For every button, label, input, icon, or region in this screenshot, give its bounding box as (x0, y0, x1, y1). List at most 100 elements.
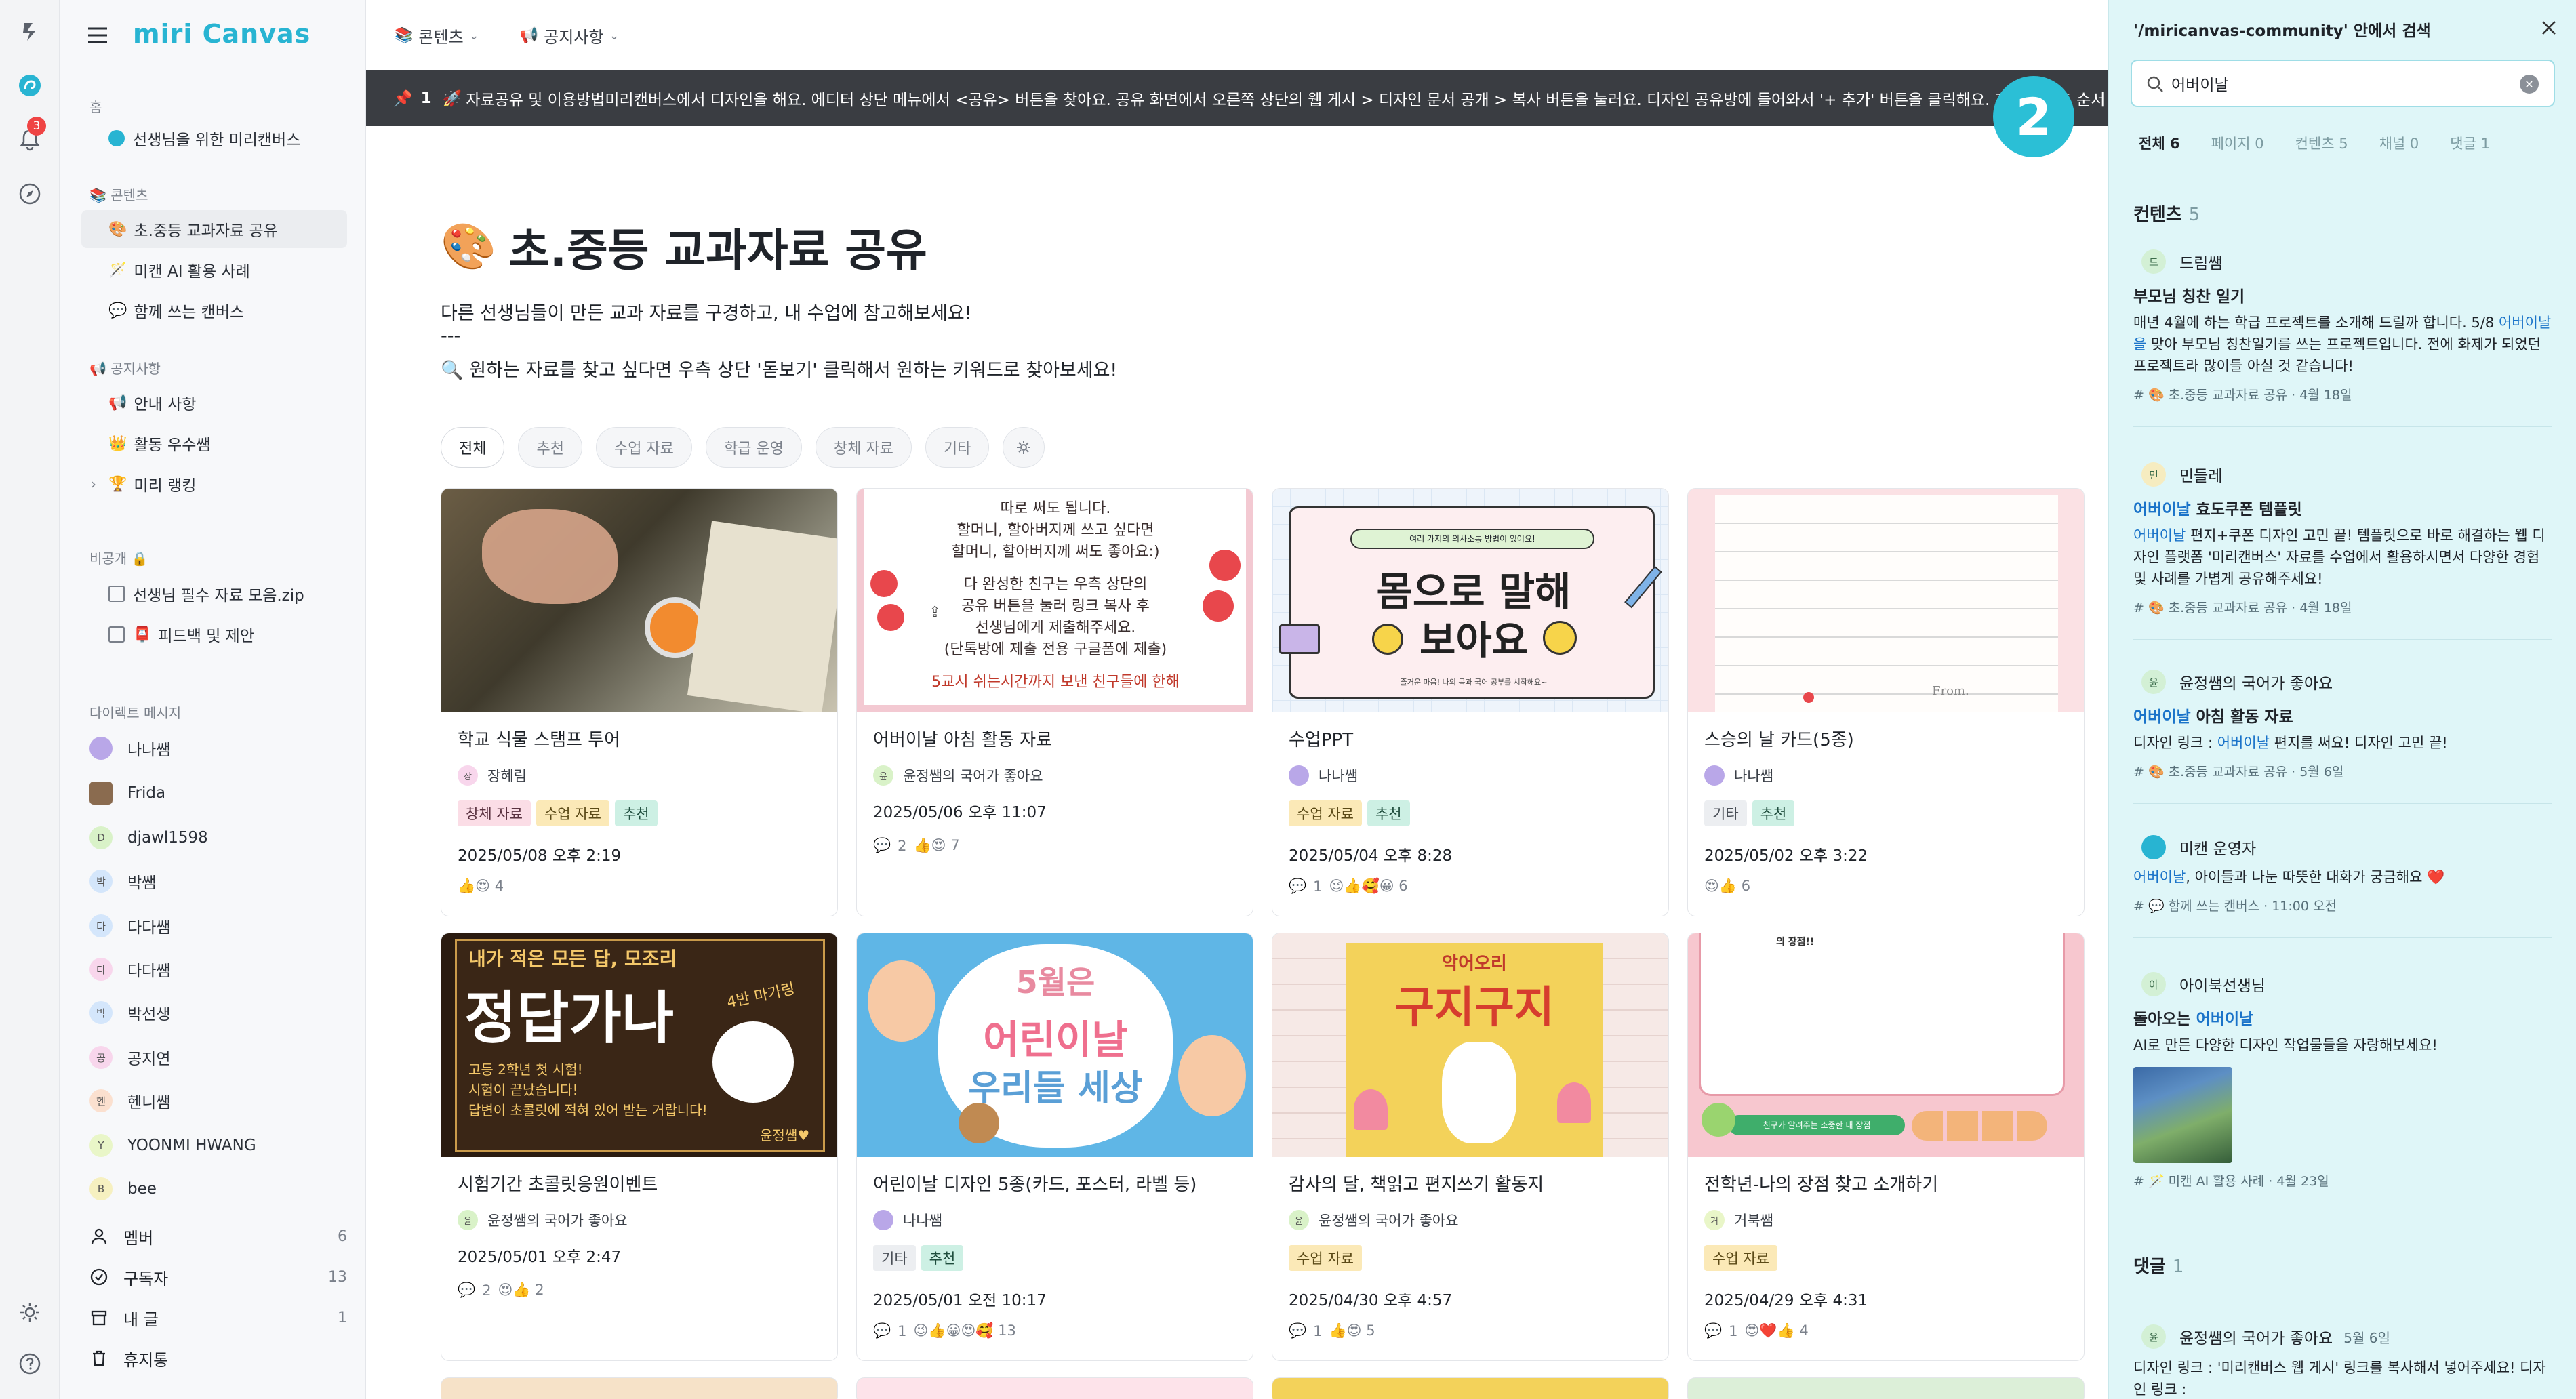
content-card[interactable]: 여러 가지의 의사소통 방법이 있어요! 몸으로 말해 보아요 즐거운 마음! … (1272, 488, 1669, 916)
sidebar-item-ai-cases[interactable]: 🪄 미캔 AI 활용 사례 (81, 251, 347, 289)
dm-name: 헨니쌤 (127, 1094, 171, 1112)
sidebar-item-guide[interactable]: 📢 안내 사항 (81, 384, 347, 422)
content-card[interactable]: 내가 적은 모든 답, 모조리 정답가나 4반 마가링 고등 2학년 첫 시험!… (441, 933, 838, 1361)
card-reactions[interactable]: 💬 2 😍👍 2 (458, 1282, 544, 1299)
dm-item[interactable]: 박 박쌤 (89, 864, 156, 899)
sidebar-item-ranking[interactable]: › 🏆 미리 랭킹 (81, 465, 347, 503)
notice-dropdown[interactable]: 📢 공지사항 ⌄ (520, 24, 620, 47)
card-tags: 수업 자료 (1289, 1245, 1362, 1271)
chevron-right-icon[interactable]: › (91, 476, 96, 492)
content-card[interactable]: 5월은 어린이날 우리들 세상 어린이날 디자인 5종(카드, 포스터, 라벨 … (856, 933, 1253, 1361)
content-card[interactable]: From. 스승의 날 카드(5종) 나나쌤 기타 추천 2025/05/02 … (1687, 488, 2085, 916)
content-card[interactable]: 악어오리 구지구지 감사의 달, 책읽고 편지쓰기 활동지 윤 윤정쌤의 국어가 … (1272, 933, 1669, 1361)
reactions: 👍😍 4 (458, 878, 504, 894)
card-reactions[interactable]: 😍👍 6 (1704, 878, 1750, 895)
clear-search-icon[interactable]: ✕ (2520, 75, 2539, 94)
content-card[interactable] (856, 1377, 1253, 1399)
result-author: 민 민들레 (2133, 460, 2552, 489)
dm-item[interactable]: 헨 헨니쌤 (89, 1083, 170, 1118)
result-author: 윤 윤정쌤의 국어가 좋아요 (2133, 667, 2552, 697)
dm-item[interactable]: 공 공지연 (89, 1040, 170, 1075)
filter-recommended[interactable]: 추천 (518, 427, 582, 468)
dm-item[interactable]: Y YOONMI HWANG (89, 1128, 256, 1163)
content-card[interactable] (441, 1377, 838, 1399)
dm-item[interactable]: 박 박선생 (89, 995, 170, 1030)
sidebar-item-top-teachers[interactable]: 👑 활동 우수쌤 (81, 424, 347, 462)
author-name: 장혜림 (487, 768, 527, 784)
card-reactions[interactable]: 💬 1 😍❤️👍 4 (1704, 1322, 1809, 1339)
author-name: 나나쌤 (1319, 768, 1358, 784)
sidebar-item-home[interactable]: 선생님을 위한 미리캔버스 (81, 119, 347, 157)
content-dropdown-label: 콘텐츠 (418, 27, 464, 47)
trash-link[interactable]: 휴지통 (89, 1341, 347, 1376)
sidebar-item-shared-canvas[interactable]: 💬 함께 쓰는 캔버스 (81, 291, 347, 329)
sidebar-item-feedback[interactable]: 📮 피드백 및 제안 (81, 615, 347, 653)
card-date: 2025/05/02 오후 3:22 (1704, 847, 1868, 865)
filter-all[interactable]: 전체 (441, 427, 505, 468)
search-result-item[interactable]: 드 드림쌤 부모님 칭찬 일기 매년 4월에 하는 학급 프로젝트를 소개해 드릴… (2133, 247, 2552, 427)
brightness-icon[interactable] (14, 1296, 46, 1329)
search-result-item[interactable]: 미캔 운영자 어버이날, 아이들과 나눈 따뜻한 대화가 궁금해요 ❤️ # 💬… (2133, 832, 2552, 938)
announcement-bar[interactable]: 📌 1 🚀 자료공유 및 이용방법미리캔버스에서 디자인을 해요. 에디터 상단… (366, 70, 2108, 126)
bear-image (959, 1103, 999, 1143)
dm-item[interactable]: 다 다다쌤 (89, 952, 170, 987)
sidebar-item-curriculum[interactable]: 🎨 초.중등 교과자료 공유 (81, 210, 347, 248)
content-card[interactable]: 의 장점!! 친구가 알려주는 소중한 내 장점 전학년-나의 장점 찾고 소개… (1687, 933, 2085, 1361)
left-rail: 3 (0, 0, 60, 1399)
close-icon[interactable] (2537, 16, 2560, 39)
author-name: 거북쌤 (1734, 1213, 1773, 1229)
sidebar-item-essentials-zip[interactable]: 선생님 필수 자료 모음.zip (81, 575, 347, 613)
filter-other[interactable]: 기타 (925, 427, 990, 468)
thumb-heading: 구지구지 (1394, 983, 1554, 1033)
community-home-icon[interactable] (14, 69, 46, 102)
dm-item[interactable]: 나나쌤 (89, 731, 170, 766)
announcement-text: 자료공유 및 이용방법미리캔버스에서 디자인을 해요. 에디터 상단 메뉴에서 … (466, 92, 2106, 109)
workspace-logo-icon[interactable] (14, 15, 46, 47)
search-result-item[interactable]: 아 아이북선생님 돌아오는 어버이날 AI로 만든 다양한 디자인 작업물들을 자… (2133, 969, 2552, 1190)
my-posts-link[interactable]: 내 글 1 (89, 1300, 347, 1335)
dm-item[interactable]: 다 다다쌤 (89, 908, 170, 944)
card-reactions[interactable]: 💬 1 👍😍 5 (1289, 1322, 1375, 1339)
subscribers-link[interactable]: 구독자 13 (89, 1259, 347, 1295)
page-title: 🎨 초.중등 교과자료 공유 (441, 214, 927, 279)
members-link[interactable]: 멤버 6 (89, 1219, 347, 1254)
card-reactions[interactable]: 💬 2 👍😍 7 (873, 837, 960, 854)
page-title-text: 초.중등 교과자료 공유 (508, 224, 927, 277)
content-card[interactable] (1687, 1377, 2085, 1399)
dm-item[interactable]: Bbee (89, 1171, 157, 1207)
help-icon[interactable] (14, 1347, 46, 1380)
tab-pages[interactable]: 페이지 0 (2211, 133, 2264, 153)
tab-comments[interactable]: 댓글 1 (2450, 133, 2490, 153)
tab-contents[interactable]: 컨텐츠 5 (2295, 133, 2348, 153)
content-card[interactable]: ⇪ 따로 써도 됩니다. 할머니, 할아버지께 쓰고 싶다면 할머니, 할아버지… (856, 488, 1253, 916)
search-result-item[interactable]: 윤 윤정쌤의 국어가 좋아요 어버이날 아침 활동 자료 디자인 링크 : 어버이… (2133, 667, 2552, 804)
dm-name: 박쌤 (127, 874, 157, 892)
filter-class-management[interactable]: 학급 운영 (705, 427, 802, 468)
content-dropdown[interactable]: 📚 콘텐츠 ⌄ (395, 24, 479, 47)
smile-right-icon (1543, 621, 1577, 655)
search-input[interactable]: 어버이날 ✕ (2131, 60, 2555, 107)
dm-item[interactable]: Ddjawl1598 (89, 820, 208, 855)
tab-all[interactable]: 전체 6 (2139, 133, 2180, 153)
archive-icon (91, 1310, 107, 1326)
comments-section-header: 댓글 1 (2133, 1253, 2183, 1278)
content-card[interactable]: 학교 식물 스탬프 투어 장 장혜림 창체 자료 수업 자료 추천 2025/05… (441, 488, 838, 916)
app-logo[interactable]: miri Canvas (133, 19, 310, 49)
filter-class-materials[interactable]: 수업 자료 (595, 427, 692, 468)
hamburger-menu-icon[interactable] (84, 22, 111, 49)
card-reactions[interactable]: 👍😍 4 (458, 878, 504, 895)
dm-item[interactable]: Frida (89, 775, 165, 811)
card-author: 장 장혜림 (458, 764, 527, 787)
comment-result-item[interactable]: 윤 윤정쌤의 국어가 좋아요 5월 6일 디자인 링크 : '미리캔버스 웹 게시'… (2133, 1322, 2552, 1399)
filter-settings-button[interactable] (1003, 427, 1045, 468)
palette-icon: 🎨 (441, 220, 497, 272)
compass-icon[interactable] (14, 178, 46, 210)
search-result-item[interactable]: 민 민들레 어버이날 효도쿠폰 템플릿 어버이날 편지+쿠폰 디자인 고민 끝! … (2133, 460, 2552, 640)
card-tags: 수업 자료 추천 (1289, 800, 1410, 826)
filter-creative-activities[interactable]: 창체 자료 (815, 427, 912, 468)
content-card[interactable] (1272, 1377, 1669, 1399)
card-reactions[interactable]: 💬 1 😉👍🥰😀 6 (1289, 878, 1408, 895)
tab-channels[interactable]: 채널 0 (2379, 133, 2419, 153)
thumb-lines: 고등 2학년 첫 시험! 시험이 끝났습니다! 답변이 초콜릿에 적혀 있어 받… (468, 1059, 708, 1120)
card-reactions[interactable]: 💬 1 😉👍😀😍🥰 13 (873, 1322, 1016, 1339)
